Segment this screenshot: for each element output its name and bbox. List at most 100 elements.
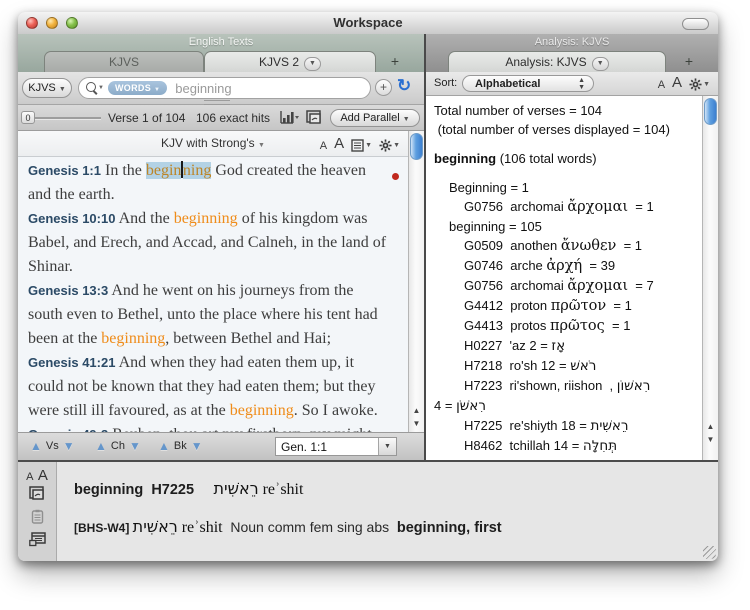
hit-count: 106 exact hits [196,111,270,125]
greek-word: πρῶτος [550,318,605,334]
reference-value: Gen. 1:1 [276,438,378,455]
new-tab-button[interactable]: + [670,51,708,72]
prev-verse-button[interactable]: ▲ [30,440,42,452]
decrease-font-button[interactable]: A [26,471,33,483]
scroll-up-arrow[interactable]: ▲ [409,404,424,417]
scroll-down-arrow[interactable]: ▼ [409,417,424,430]
scroll-down-arrow[interactable]: ▼ [703,433,718,446]
zone-label: Analysis: KJVS [426,36,718,48]
analysis-text: (106 total words) [496,151,596,166]
text-scope-button[interactable]: KJVS ▼ [22,78,72,98]
tab-menu-icon[interactable]: ▼ [304,57,321,71]
scrollbar-arrows: ▲ ▼ [703,420,718,446]
analysis-text: beginning = 105 [449,219,542,234]
decrease-font-button[interactable]: A [320,140,327,152]
analysis-line: H8462 tchillah תְּחִלָּה = 14 [426,436,702,456]
analysis-text: G4412 proton [464,298,551,313]
analysis-text: H8462 tchillah [464,438,554,453]
hebrew-word: אָז [551,338,565,354]
details-icon-column: A A [18,462,57,561]
add-criteria-button[interactable]: + [375,79,392,96]
next-chapter-button[interactable]: ▼ [129,440,141,452]
details-text: Noun comm fem sing abs [223,519,397,535]
tab-kjvs2[interactable]: KJVS 2▼ [204,51,376,72]
scrollbar-thumb[interactable] [704,98,717,125]
vs-label: Vs [46,440,59,452]
verse-text: . So I awoke. [294,402,378,419]
display-settings-icon[interactable]: ▼ [351,139,372,152]
new-tab-button[interactable]: + [376,51,414,72]
verse-row: Genesis 13:3 And he went on his journeys… [28,279,390,351]
analysis-line: G0756 archomai ἄρχομαι = 7 [426,276,702,296]
scrollbar-thumb[interactable] [410,133,423,160]
hebrew-word: רֵאשִׁית [214,479,259,498]
select-arrows-icon: ▲▼ [578,77,585,91]
reference-dropdown-button[interactable]: ▼ [378,438,396,455]
verse-reference[interactable]: Genesis 1:1 [28,163,101,178]
analysis-text: Total number of verses = 104 [434,103,602,118]
analysis-text: H7225 re'shiyth [464,418,561,433]
zone-label: English Texts [18,36,424,48]
decrease-font-button[interactable]: A [658,79,665,91]
next-book-button[interactable]: ▼ [191,440,203,452]
verse-reference[interactable]: Genesis 13:3 [28,283,108,298]
chevron-down-icon: ▼ [59,86,66,93]
go-to-reference-combo[interactable]: Gen. 1:1 ▼ [275,437,397,456]
details-line: beginning H7225 רֵאשִׁית reʾshit [74,479,303,499]
scroll-up-arrow[interactable]: ▲ [703,420,718,433]
tab-kjvs[interactable]: KJVS [44,51,204,72]
analysis-text: beginning [434,151,496,166]
gear-icon[interactable]: ▼ [689,78,710,91]
analysis-scrollbar[interactable]: ▲ ▼ [702,96,718,460]
details-window-icon[interactable] [306,110,323,125]
search-icon[interactable]: ▼ [85,81,100,96]
workspace-window: Workspace English Texts KJVS KJVS 2▼ + K… [18,12,718,561]
search-hit-word: ning [183,162,211,179]
search-hit-word: beginning [101,330,165,347]
hebrew-word: רִאשׁוֹן [617,378,651,394]
verse-reference[interactable]: Genesis 41:21 [28,355,115,370]
analysis-line: beginning = 105 [426,217,702,236]
increase-font-button[interactable]: A [334,135,344,152]
analysis-text: = 4 [434,398,456,413]
analysis-text: G0756 archomai [464,199,567,214]
panel-window-icon[interactable] [18,532,56,547]
details-text: beginning, first [397,520,502,536]
analysis-text: H7218 ro'sh [464,358,541,373]
add-parallel-button[interactable]: Add Parallel ▼ [330,109,420,127]
clipboard-icon[interactable] [18,509,56,524]
analysis-line: G0746 arche ἀρχή = 39 [426,256,702,276]
increase-font-button[interactable]: A [38,467,48,484]
chevron-down-icon: ▼ [258,142,265,149]
window-resize-grip[interactable] [703,546,716,559]
analysis-text: = 14 [554,438,583,453]
tab-menu-icon[interactable]: ▼ [592,57,609,71]
context-slider-track[interactable] [35,117,101,120]
hits-toolbar: 0 Verse 1 of 104 106 exact hits [18,105,424,131]
analysis-line: H0227 'az אָז = 2 [426,336,702,356]
toolbar-toggle-pill[interactable] [682,18,709,30]
verse-nav-bar: ▲ Vs ▼ ▲ Ch ▼ ▲ Bk ▼ Gen. 1:1 ▼ [18,432,424,460]
sort-select[interactable]: Alphabetical ▲▼ [462,75,594,92]
transliteration: reʾshit [182,519,223,536]
sync-icon[interactable]: ↻ [397,76,411,96]
verse-reference[interactable]: Genesis 10:10 [28,211,115,226]
greek-word: ἄρχομαι [567,199,628,215]
search-input[interactable]: ▼ WORDS▼ beginning [78,77,371,99]
text-scrollbar[interactable]: ▲ ▼ [408,131,424,432]
prev-chapter-button[interactable]: ▲ [95,440,107,452]
next-verse-button[interactable]: ▼ [63,440,75,452]
analysis-line: H7223 ri'shown, riishon , רִאשׁוֹן [426,376,702,396]
context-slider-handle[interactable]: 0 [21,111,35,124]
increase-font-button[interactable]: A [672,74,682,91]
analysis-graph-icon[interactable] [280,110,300,125]
prev-book-button[interactable]: ▲ [158,440,170,452]
analysis-text: = 39 [582,258,615,273]
analysis-line: Beginning = 1 [426,178,702,197]
words-token[interactable]: WORDS▼ [108,81,167,95]
tab-analysis[interactable]: Analysis: KJVS▼ [448,51,666,72]
verse-row: Genesis 10:10 And the beginning of his k… [28,207,390,279]
open-details-window-icon[interactable] [18,486,56,501]
gear-icon[interactable]: ▼ [379,139,400,152]
title-bar[interactable]: Workspace [18,12,718,35]
